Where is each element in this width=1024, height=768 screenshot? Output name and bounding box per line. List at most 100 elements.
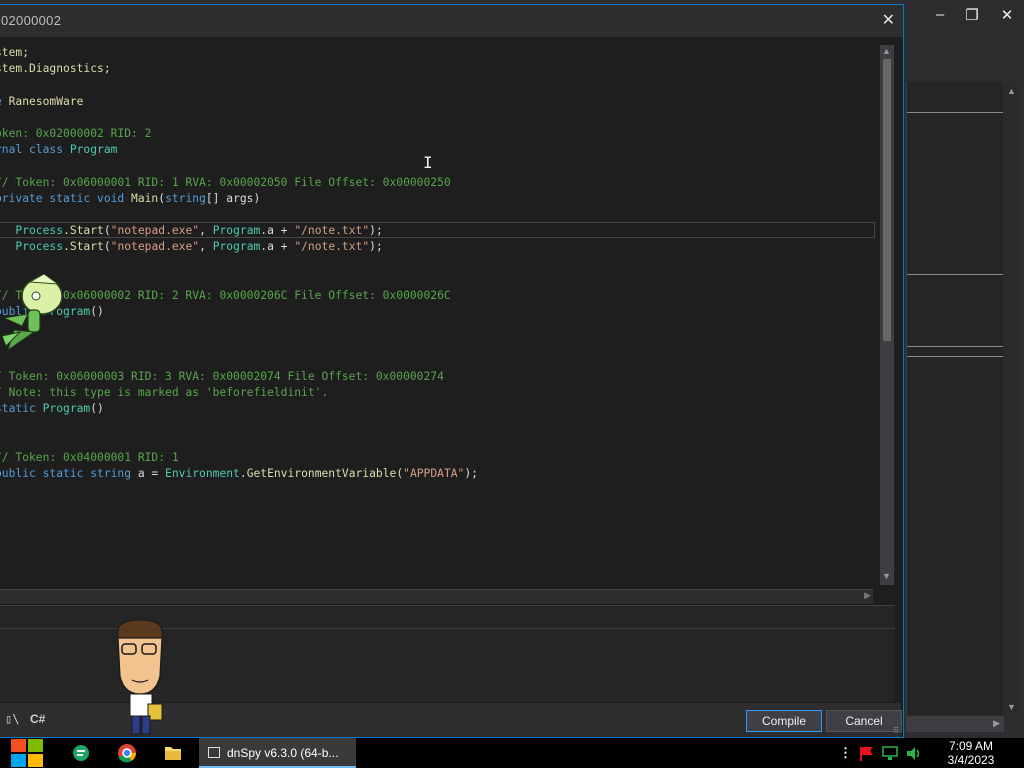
green-character-sticker: [1, 274, 63, 352]
code-line[interactable]: stem.Diagnostics;: [0, 61, 111, 77]
dialog-close-button[interactable]: ✕: [882, 10, 895, 30]
code-token: Program: [69, 143, 118, 157]
cartoon-man-sticker: [117, 619, 163, 735]
code-token: (: [103, 240, 111, 254]
clock-date: 3/4/2023: [947, 753, 995, 767]
window-icon: [208, 747, 220, 758]
code-line[interactable]: e RanesomWare: [0, 94, 83, 110]
code-line[interactable]: // Token: 0x06000001 RID: 1 RVA: 0x00002…: [0, 175, 451, 191]
panel-divider: [907, 356, 1003, 357]
taskbar-dnspy-label: dnSpy v6.3.0 (64-b...: [227, 746, 339, 760]
code-token: Program: [212, 224, 261, 238]
assembly-explorer-panel: [906, 82, 1003, 715]
resize-grip-icon[interactable]: ⠿: [893, 726, 899, 735]
code-token: );: [369, 224, 383, 238]
code-line[interactable]: / Token: 0x06000003 RID: 3 RVA: 0x000020…: [0, 369, 444, 385]
code-token: / Token: 0x06000003 RID: 3 RVA: 0x000020…: [0, 370, 444, 383]
code-token: rnal class: [0, 143, 70, 157]
restore-button[interactable]: ❐: [961, 6, 983, 24]
code-token: a =: [137, 467, 166, 481]
code-token: Program: [212, 240, 261, 254]
cancel-button[interactable]: Cancel: [826, 710, 902, 732]
minimize-button[interactable]: –: [929, 6, 951, 23]
code-token: e: [0, 95, 9, 108]
references-icon[interactable]: ▯\: [5, 712, 19, 726]
code-line[interactable]: private static void Main(string[] args): [0, 191, 260, 207]
code-token: oken: 0x02000002 RID: 2: [0, 127, 152, 140]
code-token: // Token: 0x04000001 RID: 1: [0, 451, 179, 464]
chrome-icon[interactable]: [114, 742, 140, 764]
scrollbar-thumb[interactable]: [883, 59, 891, 341]
scroll-right-icon[interactable]: ▶: [864, 590, 871, 601]
panel-horizontal-scrollbar[interactable]: ▶: [906, 716, 1004, 732]
code-token: (): [90, 402, 104, 416]
windows-start-icon[interactable]: [10, 738, 44, 768]
code-token: );: [464, 467, 478, 481]
code-token: .: [63, 224, 70, 238]
editor-vertical-scrollbar[interactable]: ▲ ▼: [880, 45, 894, 585]
compile-button[interactable]: Compile: [746, 710, 822, 732]
flag-icon[interactable]: [858, 746, 874, 761]
volume-icon[interactable]: [906, 746, 922, 761]
code-line[interactable]: rnal class Program: [0, 142, 117, 158]
code-token: // Token: 0x06000001 RID: 1 RVA: 0x00002…: [0, 175, 451, 189]
scroll-down-icon[interactable]: ▼: [882, 571, 891, 581]
file-explorer-icon[interactable]: [160, 742, 186, 764]
network-icon[interactable]: [882, 746, 898, 761]
system-clock[interactable]: 7:09 AM 3/4/2023: [936, 739, 1006, 767]
scroll-right-icon[interactable]: ▶: [993, 718, 1000, 729]
code-token: stem.Diagnostics;: [0, 62, 111, 76]
panel-divider: [907, 274, 1003, 275]
panel-vertical-scrollbar[interactable]: ▲ ▼: [1004, 82, 1020, 715]
code-line[interactable]: public static string a = Environment.Get…: [0, 466, 478, 482]
code-token: .a +: [260, 224, 295, 238]
code-line[interactable]: static Program(): [0, 401, 104, 417]
code-token: RanesomWare: [8, 94, 84, 108]
code-token: "notepad.exe": [110, 240, 200, 254]
code-line[interactable]: Process.Start("notepad.exe", Program.a +…: [0, 239, 383, 255]
taskbar: dnSpy v6.3.0 (64-b... ⋮ 7:09 AM 3/4/2023: [0, 738, 1024, 768]
taskbar-dnspy-button[interactable]: dnSpy v6.3.0 (64-b...: [199, 738, 356, 768]
clock-time: 7:09 AM: [948, 739, 994, 753]
code-token: .: [239, 467, 247, 481]
code-token: Environment: [165, 467, 240, 481]
code-line[interactable]: stem;: [0, 45, 29, 61]
more-icon[interactable]: ⋮: [839, 745, 852, 761]
window-close-button[interactable]: ✕: [996, 6, 1018, 24]
code-token: "/note.txt": [294, 224, 370, 238]
code-token: / Note: this type is marked as 'beforefi…: [0, 386, 329, 400]
panel-divider: [907, 346, 1003, 347]
code-line[interactable]: Process.Start("notepad.exe", Program.a +…: [0, 223, 383, 239]
code-line[interactable]: / Note: this type is marked as 'beforefi…: [0, 385, 328, 401]
code-line[interactable]: oken: 0x02000002 RID: 2: [0, 126, 151, 142]
code-token: Program: [42, 402, 91, 416]
code-token: .a +: [260, 240, 295, 254]
code-token: Process: [15, 240, 64, 254]
code-token: public static string: [0, 467, 138, 481]
code-token: Process: [15, 224, 64, 238]
code-token: "notepad.exe": [110, 224, 200, 238]
code-token: string: [165, 191, 206, 205]
code-token: (: [103, 224, 111, 238]
code-token: .: [63, 240, 70, 254]
scroll-up-icon[interactable]: ▲: [1007, 86, 1016, 96]
scroll-down-icon[interactable]: ▼: [1007, 702, 1016, 712]
code-token: Start: [69, 240, 104, 254]
code-token: "/note.txt": [294, 240, 370, 254]
code-editor[interactable]: stem; stem.Diagnostics; e RanesomWare oken:…: [0, 39, 875, 587]
code-token: );: [369, 240, 383, 254]
editor-horizontal-scrollbar[interactable]: ▶: [0, 589, 873, 604]
dialog-title: 02000002: [1, 13, 62, 28]
language-label: C#: [30, 712, 46, 726]
dialog-title-bar[interactable]: 02000002 ✕: [0, 5, 903, 37]
code-token: ,: [199, 240, 213, 254]
sheets-app-icon[interactable]: [68, 742, 94, 764]
scroll-up-icon[interactable]: ▲: [882, 46, 891, 56]
panel-divider: [907, 112, 1003, 113]
code-token: Main: [131, 191, 159, 205]
code-token: (): [90, 305, 104, 319]
code-line[interactable]: // Token: 0x04000001 RID: 1: [0, 450, 179, 466]
text-cursor-icon: I: [423, 153, 433, 172]
